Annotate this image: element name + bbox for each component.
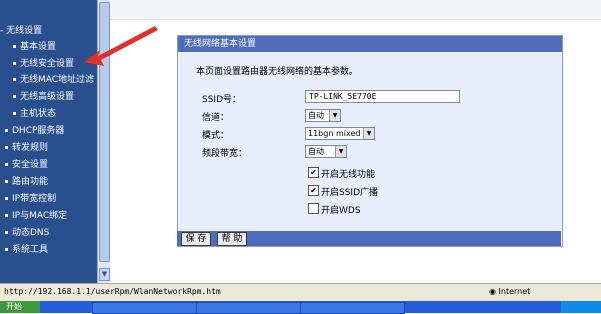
bandwidth-select[interactable]: 自动 ▼ xyxy=(305,145,347,158)
enable-wireless-label: 开启无线功能 xyxy=(321,170,376,180)
sidebar-item-label: 基本设置 xyxy=(20,42,57,52)
sidebar-item-security[interactable]: 安全设置 xyxy=(0,158,97,173)
scroll-down-icon[interactable]: ▼ xyxy=(99,268,110,281)
bullet-icon xyxy=(5,128,8,132)
bullet-icon xyxy=(5,196,8,200)
button-row: 保 存 帮 助 xyxy=(177,231,561,246)
sidebar-item-label: DHCP服务器 xyxy=(12,126,65,136)
enable-wds-label: 开启WDS xyxy=(321,206,361,216)
sidebar-item-label: 安全设置 xyxy=(12,160,49,170)
sidebar-item-label: 无线高级设置 xyxy=(20,92,75,102)
sidebar-item-label: IP与MAC绑定 xyxy=(12,211,68,221)
help-button[interactable]: 帮 助 xyxy=(217,232,247,246)
taskbar-button[interactable] xyxy=(92,302,197,314)
channel-label: 信道： xyxy=(202,113,230,123)
windows-taskbar: 开始 xyxy=(0,301,601,314)
bullet-icon xyxy=(13,111,16,115)
save-button[interactable]: 保 存 xyxy=(181,232,211,246)
status-url: http://192.168.1.1/userRpm/WlanNetworkRp… xyxy=(4,287,221,296)
enable-wds-checkbox[interactable] xyxy=(308,203,319,214)
channel-select[interactable]: 自动 ▼ xyxy=(305,109,341,122)
top-band xyxy=(110,0,601,20)
panel-description: 本页面设置路由器无线网络的基本参数。 xyxy=(196,67,359,77)
sidebar-item-label: 路由功能 xyxy=(12,177,49,187)
annotation-arrow-icon xyxy=(84,26,158,66)
start-button-label: 开始 xyxy=(6,302,22,311)
bullet-icon xyxy=(5,145,8,149)
status-zone-label: Internet xyxy=(498,287,531,296)
sidebar-item-label: 无线安全设置 xyxy=(20,59,75,69)
bullet-icon xyxy=(5,179,8,183)
enable-ssid-broadcast-label: 开启SSID广播 xyxy=(321,188,379,198)
start-button[interactable]: 开始 xyxy=(0,301,40,313)
status-zone: ◉ Internet xyxy=(489,287,530,296)
sidebar-item-dhcp[interactable]: DHCP服务器 xyxy=(0,124,97,139)
mode-select[interactable]: 11bgn mixed ▼ xyxy=(305,127,375,140)
enable-wireless-checkbox[interactable]: ✔ xyxy=(308,167,319,178)
sidebar-item-wireless-advanced[interactable]: 无线高级设置 xyxy=(0,90,97,105)
bullet-icon xyxy=(5,230,8,234)
sidebar-item-label: - 无线设置 xyxy=(0,26,43,36)
taskbar-button[interactable] xyxy=(300,302,405,314)
bullet-icon xyxy=(13,61,16,65)
taskbar-button[interactable] xyxy=(196,302,301,314)
sidebar-item-ddns[interactable]: 动态DNS xyxy=(0,226,97,241)
bandwidth-select-value: 自动 xyxy=(308,147,324,156)
sidebar-item-label: 系统工具 xyxy=(12,245,49,255)
chevron-down-icon: ▼ xyxy=(329,110,340,121)
chevron-down-icon: ▼ xyxy=(363,128,374,139)
sidebar-item-bandwidth-control[interactable]: IP带宽控制 xyxy=(0,192,97,207)
bandwidth-label: 频段带宽： xyxy=(202,149,248,159)
sidebar-item-label: 转发规则 xyxy=(12,143,49,153)
sidebar-item-forwarding[interactable]: 转发规则 xyxy=(0,141,97,156)
ssid-label: SSID号： xyxy=(202,95,242,105)
sidebar-item-label: 动态DNS xyxy=(12,228,50,238)
channel-select-value: 自动 xyxy=(308,111,324,120)
bullet-icon xyxy=(13,94,16,98)
globe-icon: ◉ xyxy=(489,287,496,296)
panel-title: 无线网络基本设置 xyxy=(178,36,562,52)
bullet-icon xyxy=(13,77,16,81)
system-tray xyxy=(561,301,601,313)
sidebar-item-routing[interactable]: 路由功能 xyxy=(0,175,97,190)
bullet-icon xyxy=(5,162,8,166)
bullet-icon xyxy=(13,44,16,48)
enable-ssid-broadcast-checkbox[interactable]: ✔ xyxy=(308,185,319,196)
browser-status-bar: http://192.168.1.1/userRpm/WlanNetworkRp… xyxy=(0,283,601,302)
panel-body: 本页面设置路由器无线网络的基本参数。 SSID号： TP-LINK_5E770E… xyxy=(178,52,562,246)
sidebar-item-system-tools[interactable]: 系统工具 xyxy=(0,243,97,258)
mode-label: 模式： xyxy=(202,131,230,141)
main-content: 无线网络基本设置 本页面设置路由器无线网络的基本参数。 SSID号： TP-LI… xyxy=(110,0,601,283)
bullet-icon xyxy=(5,247,8,251)
sidebar-item-label: 主机状态 xyxy=(20,109,57,119)
sidebar-item-host-status[interactable]: 主机状态 xyxy=(0,107,97,122)
sidebar-item-label: 无线MAC地址过滤 xyxy=(20,75,95,85)
chevron-down-icon: ▼ xyxy=(335,146,346,157)
bullet-icon xyxy=(5,213,8,217)
mode-select-value: 11bgn mixed xyxy=(308,129,361,138)
ssid-input[interactable]: TP-LINK_5E770E xyxy=(305,90,460,103)
sidebar-item-label: IP带宽控制 xyxy=(12,194,57,204)
wireless-basic-settings-panel: 无线网络基本设置 本页面设置路由器无线网络的基本参数。 SSID号： TP-LI… xyxy=(177,35,563,247)
sidebar-item-mac-filter[interactable]: 无线MAC地址过滤 xyxy=(0,73,97,88)
sidebar-item-ip-mac-binding[interactable]: IP与MAC绑定 xyxy=(0,209,97,224)
